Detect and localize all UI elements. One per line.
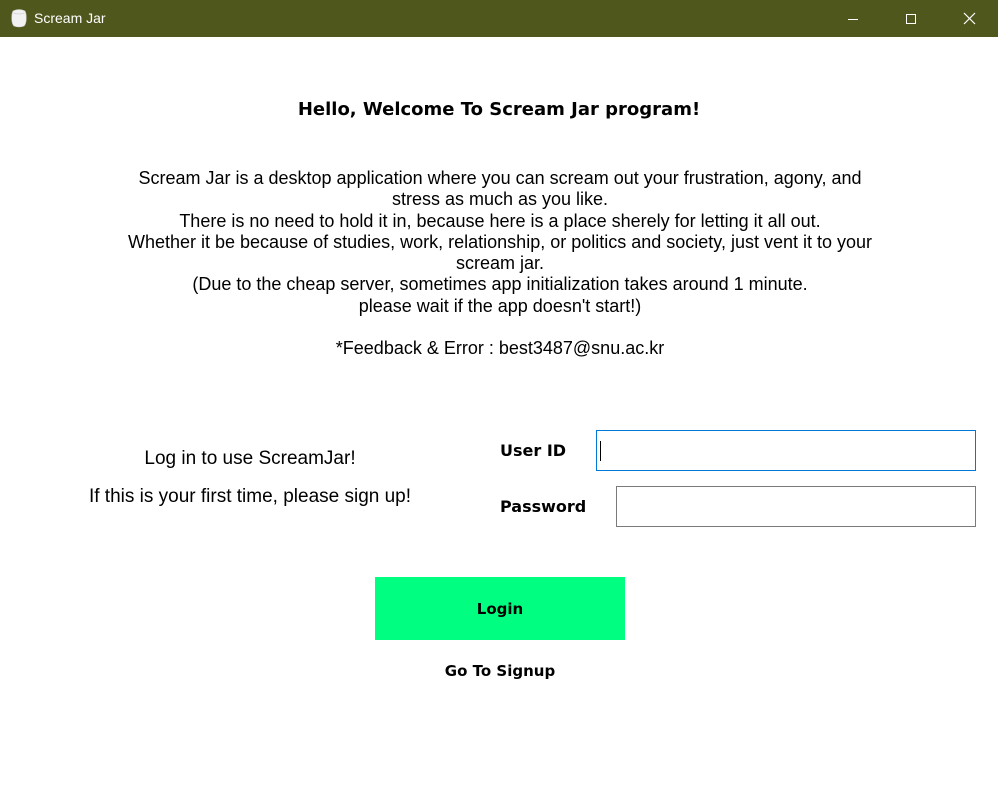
minimize-icon <box>847 13 859 25</box>
close-button[interactable] <box>940 0 998 37</box>
description-line: scream jar. <box>455 253 545 274</box>
window-title: Scream Jar <box>34 10 106 26</box>
password-input[interactable] <box>616 486 976 527</box>
maximize-icon <box>905 13 917 25</box>
user-id-label: User ID <box>500 441 567 460</box>
description-line: please wait if the app doesn't start!) <box>358 295 642 316</box>
user-id-input[interactable] <box>596 430 976 471</box>
description-line: Scream Jar is a desktop application wher… <box>138 168 862 188</box>
description-line: Whether it be because of studies, work, … <box>127 231 873 252</box>
feedback-contact: *Feedback & Error : best3487@snu.ac.kr <box>335 338 665 358</box>
close-icon <box>963 12 976 25</box>
signup-prompt: If this is your first time, please sign … <box>88 486 412 507</box>
app-window: Scream Jar Hello, Welcome To Scream Jar … <box>0 0 998 786</box>
app-description: Scream Jar is a desktop application wher… <box>100 168 900 317</box>
description-line: stress as much as you like. <box>391 189 609 210</box>
welcome-heading: Hello, Welcome To Scream Jar program! <box>297 99 701 120</box>
login-prompt: Log in to use ScreamJar! <box>144 448 356 469</box>
jar-icon <box>9 8 29 28</box>
maximize-button[interactable] <box>882 0 940 37</box>
password-label: Password <box>500 497 587 516</box>
login-button[interactable]: Login <box>375 577 625 640</box>
title-bar[interactable]: Scream Jar <box>0 0 998 37</box>
description-line: There is no need to hold it in, because … <box>179 210 821 231</box>
description-line: (Due to the cheap server, sometimes app … <box>192 274 808 295</box>
minimize-button[interactable] <box>824 0 882 37</box>
go-to-signup-link[interactable]: Go To Signup <box>375 661 625 681</box>
text-caret <box>600 441 601 461</box>
